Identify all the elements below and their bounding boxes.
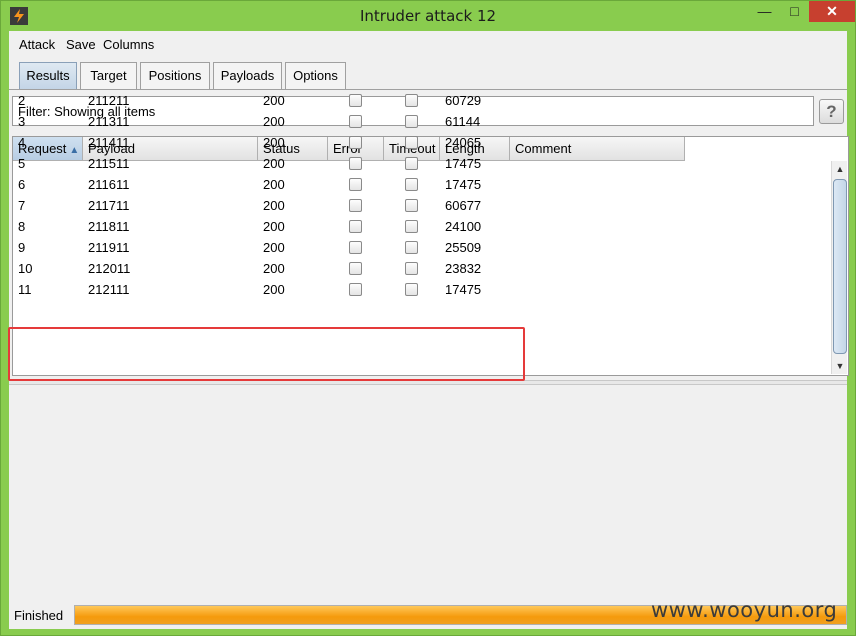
timeout-checkbox[interactable] [405,220,418,233]
scroll-thumb[interactable] [833,179,847,354]
tab-results[interactable]: Results [19,62,77,90]
cell-length: 17475 [445,282,482,297]
error-checkbox[interactable] [349,241,362,254]
scroll-up-icon[interactable]: ▲ [833,161,847,177]
cell-request: 4 [18,135,26,150]
cell-status: 200 [263,282,285,297]
cell-request: 8 [18,219,26,234]
cell-request: 10 [18,261,33,276]
cell-payload: 212011 [88,261,131,276]
maximize-button[interactable]: □ [781,1,808,22]
cell-payload: 211811 [88,219,130,234]
table-row[interactable]: 11 212111 200 17475 [13,279,685,300]
tab-payloads[interactable]: Payloads [213,62,282,89]
cell-status: 200 [263,198,285,213]
table-row[interactable]: 2 211211 200 60729 [13,90,685,111]
cell-payload: 211211 [88,93,130,108]
cell-length: 61144 [445,114,481,129]
cell-request: 6 [18,177,26,192]
error-checkbox[interactable] [349,115,362,128]
cell-length: 60729 [445,93,482,108]
timeout-checkbox[interactable] [405,178,418,191]
error-checkbox[interactable] [349,136,362,149]
menu-columns[interactable]: Columns [103,37,154,52]
error-checkbox[interactable] [349,157,362,170]
client-area: Attack Save Columns Results Target Posit… [9,31,849,629]
cell-request: 9 [18,240,26,255]
table-row[interactable]: 5 211511 200 17475 [13,153,685,174]
watermark: www.wooyun.org [651,598,838,622]
cell-status: 200 [263,156,285,171]
cell-payload: 211411 [88,135,130,150]
table-row[interactable]: 3 211311 200 61144 [13,111,685,132]
timeout-checkbox[interactable] [405,157,418,170]
menu-bar: Attack Save Columns [9,31,847,59]
error-checkbox[interactable] [349,94,362,107]
pane-splitter[interactable] [9,380,847,385]
error-checkbox[interactable] [349,262,362,275]
cell-request: 3 [18,114,26,129]
error-checkbox[interactable] [349,199,362,212]
cell-length: 17475 [445,177,482,192]
error-checkbox[interactable] [349,178,362,191]
cell-status: 200 [263,114,285,129]
cell-request: 7 [18,198,26,213]
cell-status: 200 [263,177,285,192]
cell-status: 200 [263,219,285,234]
cell-length: 23832 [445,261,482,276]
title-bar[interactable]: Intruder attack 12 — □ ✕ [1,1,855,31]
cell-length: 24065 [445,135,482,150]
error-checkbox[interactable] [349,220,362,233]
table-row[interactable]: 7 211711 200 60677 [13,195,685,216]
cell-length: 25509 [445,240,482,255]
cell-request: 2 [18,93,26,108]
menu-attack[interactable]: Attack [19,37,55,52]
cell-request: 5 [18,156,26,171]
table-row[interactable]: 4 211411 200 24065 [13,132,685,153]
timeout-checkbox[interactable] [405,262,418,275]
cell-length: 60677 [445,198,482,213]
cell-request: 11 [18,282,32,297]
tab-target[interactable]: Target [80,62,137,89]
cell-length: 24100 [445,219,482,234]
menu-save[interactable]: Save [66,37,96,52]
intruder-window: Intruder attack 12 — □ ✕ Attack Save Col… [0,0,856,636]
table-row[interactable]: 9 211911 200 25509 [13,237,685,258]
timeout-checkbox[interactable] [405,115,418,128]
tab-options[interactable]: Options [285,62,346,89]
cell-payload: 211311 [88,114,130,129]
cell-status: 200 [263,240,285,255]
vertical-scrollbar[interactable]: ▲ ▼ [831,161,847,374]
cell-payload: 212111 [88,282,130,297]
cell-length: 17475 [445,156,482,171]
close-button[interactable]: ✕ [809,1,855,22]
cell-status: 200 [263,261,285,276]
cell-payload: 211711 [88,198,130,213]
table-row[interactable]: 6 211611 200 17475 [13,174,685,195]
cell-payload: 211511 [88,156,130,171]
cell-payload: 211611 [88,177,130,192]
timeout-checkbox[interactable] [405,283,418,296]
timeout-checkbox[interactable] [405,199,418,212]
error-checkbox[interactable] [349,283,362,296]
scroll-down-icon[interactable]: ▼ [833,358,847,374]
timeout-checkbox[interactable] [405,136,418,149]
cell-payload: 211911 [88,240,130,255]
minimize-button[interactable]: — [751,1,778,22]
results-table: Request▲ Payload Status Error Timeout Le… [12,93,849,376]
table-row[interactable]: 10 212011 200 23832 [13,258,685,279]
table-row[interactable]: 8 211811 200 24100 [13,216,685,237]
tab-positions[interactable]: Positions [140,62,210,89]
help-icon[interactable]: ? [819,99,844,124]
status-label: Finished [14,608,64,623]
timeout-checkbox[interactable] [405,241,418,254]
window-title: Intruder attack 12 [359,7,497,25]
timeout-checkbox[interactable] [405,94,418,107]
cell-status: 200 [263,93,285,108]
cell-status: 200 [263,135,285,150]
